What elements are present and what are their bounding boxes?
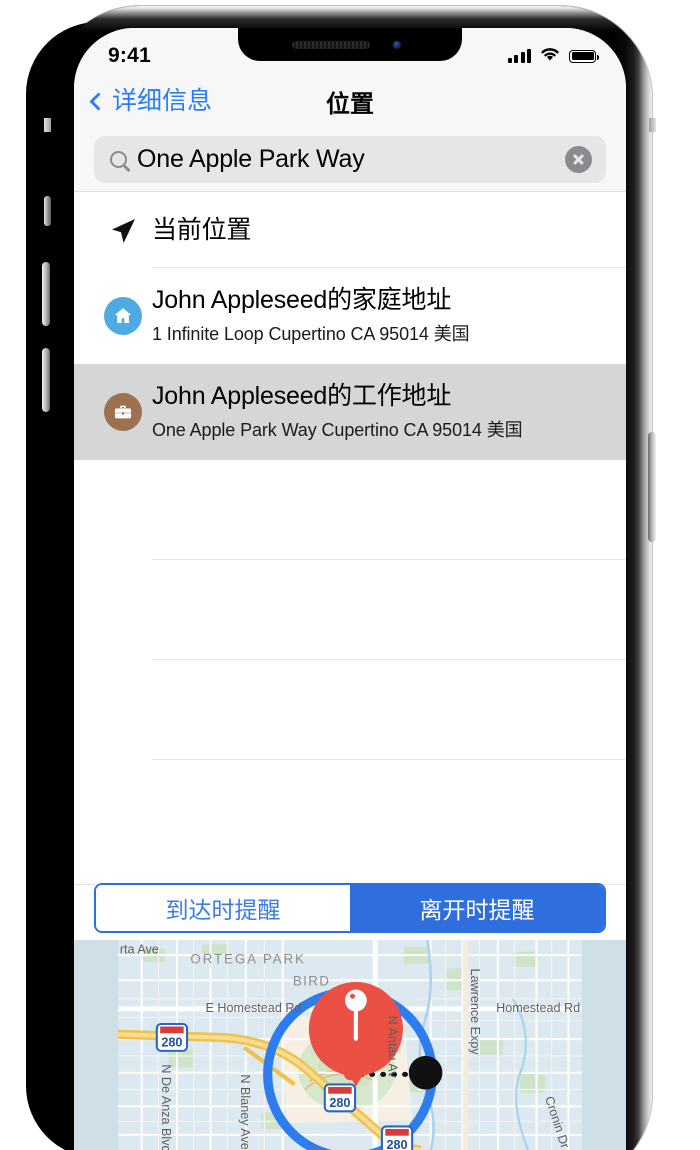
list-item-title: John Appleseed的工作地址: [152, 382, 452, 411]
segmented-control[interactable]: 到达时提醒 离开时提醒: [94, 883, 606, 933]
highway-shield: 280: [323, 1083, 357, 1113]
map-view[interactable]: 280 280 280 rta Ave ORTEGA PARK BIRD E H…: [74, 940, 626, 1150]
segment-leave[interactable]: 离开时提醒: [350, 885, 604, 931]
chevron-left-icon: [89, 91, 108, 111]
segmented-control-zone: 到达时提醒 离开时提醒: [74, 883, 626, 940]
search-icon: [110, 151, 127, 168]
map-canvas: 280 280 280 rta Ave ORTEGA PARK BIRD E H…: [118, 940, 582, 1150]
wifi-icon: [539, 46, 561, 67]
frame-antenna-band-right: [649, 118, 656, 132]
list-item-subtitle: 1 Infinite Loop Cupertino CA 95014 美国: [152, 323, 470, 344]
map-label: N Antau Av: [386, 1016, 400, 1079]
list-item-title: 当前位置: [152, 216, 252, 245]
mute-switch-button[interactable]: [44, 196, 51, 226]
highway-shield: 280: [380, 1125, 414, 1150]
navigation-arrow-icon: [94, 216, 152, 246]
map-label: N De Anza Blvd: [159, 1064, 173, 1150]
briefcase-badge-icon: [94, 393, 152, 431]
earpiece-speaker: [292, 41, 370, 49]
navigation-bar: 详细信息 位置: [74, 74, 626, 128]
notch: [238, 28, 462, 61]
results-list: 当前位置 John Appleseed的家庭地址 1 Infinite Loop…: [74, 193, 626, 912]
status-clock: 9:41: [108, 44, 151, 67]
list-item-title: John Appleseed的家庭地址: [152, 286, 452, 315]
list-item-body: John Appleseed的家庭地址 1 Infinite Loop Cupe…: [152, 286, 626, 346]
list-item-subtitle: One Apple Park Way Cupertino CA 95014 美国: [152, 419, 523, 440]
search-field[interactable]: One Apple Park Way: [94, 136, 606, 183]
search-bar-container: One Apple Park Way: [74, 128, 626, 192]
list-item-current-location[interactable]: 当前位置: [74, 193, 626, 268]
front-camera-lens: [393, 41, 401, 49]
list-item-home-address[interactable]: John Appleseed的家庭地址 1 Infinite Loop Cupe…: [74, 268, 626, 364]
svg-text:280: 280: [387, 1138, 408, 1150]
list-item-body: 当前位置: [152, 216, 626, 245]
cellular-bars-icon: [507, 49, 531, 63]
row-separator: [152, 759, 626, 760]
map-label: Homestead Rd: [496, 1001, 580, 1015]
map-label: rta Ave: [120, 942, 159, 956]
list-item-work-address[interactable]: John Appleseed的工作地址 One Apple Park Way C…: [74, 364, 626, 460]
highway-shield: 280: [155, 1022, 189, 1052]
back-button-label: 详细信息: [112, 86, 213, 115]
map-label: ORTEGA PARK: [190, 952, 305, 967]
list-item-empty: [74, 660, 626, 760]
status-indicators: [507, 46, 599, 67]
home-badge-icon: [94, 297, 152, 335]
svg-text:280: 280: [329, 1096, 350, 1110]
screenshot-stage: 280 280 280 rta Ave ORTEGA PARK BIRD E H…: [0, 0, 700, 1150]
segment-arrive[interactable]: 到达时提醒: [96, 885, 350, 931]
clear-icon[interactable]: [565, 146, 592, 173]
power-button[interactable]: [648, 432, 656, 542]
phone-screen: 280 280 280 rta Ave ORTEGA PARK BIRD E H…: [74, 28, 626, 1150]
svg-text:280: 280: [161, 1036, 182, 1050]
map-label: BIRD: [293, 973, 330, 988]
map-label: N Blaney Ave: [238, 1074, 252, 1149]
frame-antenna-band-left: [44, 118, 51, 132]
volume-down-button[interactable]: [42, 348, 50, 412]
page-title: 位置: [326, 90, 374, 118]
search-input[interactable]: One Apple Park Way: [137, 145, 565, 174]
map-label: E Homestead Rd: [206, 1001, 302, 1015]
back-button[interactable]: 详细信息: [89, 86, 213, 115]
list-item-empty: [74, 460, 626, 560]
map-label: Lawrence Expy: [468, 969, 482, 1056]
list-item-empty: [74, 560, 626, 660]
list-item-body: John Appleseed的工作地址 One Apple Park Way C…: [152, 382, 626, 442]
volume-up-button[interactable]: [42, 262, 50, 326]
battery-full-icon: [569, 49, 599, 63]
